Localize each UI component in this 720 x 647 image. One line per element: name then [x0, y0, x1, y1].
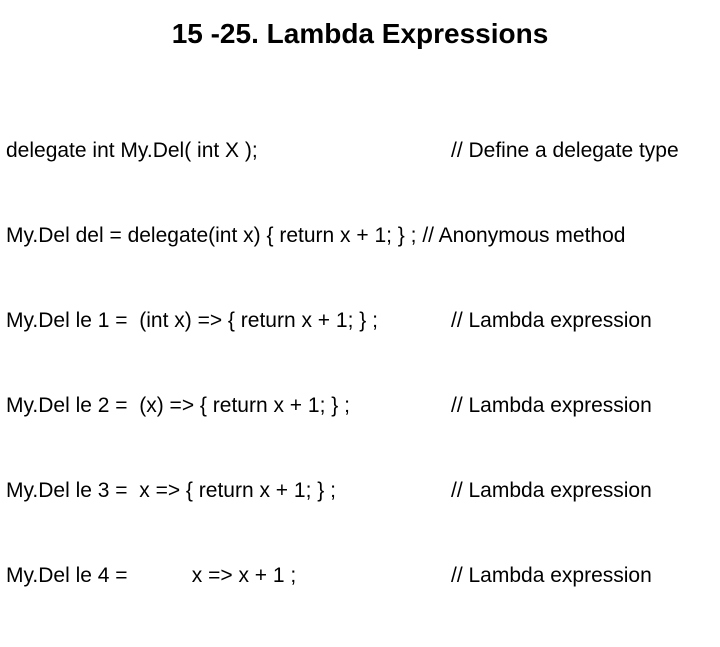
code-text: My.Del le 4 = x => x + 1 ; [6, 562, 451, 590]
code-line-4: My.Del le 2 = (x) => { return x + 1; } ;… [6, 392, 714, 420]
code-text: My.Del le 3 = x => { return x + 1; } ; [6, 477, 451, 505]
code-line-1: delegate int My.Del( int X ); // Define … [6, 137, 714, 165]
code-text: delegate int My.Del( int X ); [6, 137, 451, 165]
code-comment: // Lambda expression [451, 392, 652, 420]
code-comment: // Lambda expression [451, 562, 652, 590]
code-line-3: My.Del le 1 = (int x) => { return x + 1;… [6, 307, 714, 335]
code-line-2: My.Del del = delegate(int x) { return x … [6, 222, 714, 250]
code-comment: // Lambda expression [451, 477, 652, 505]
code-text: My.Del del = delegate(int x) { return x … [6, 222, 625, 250]
code-comment: // Lambda expression [451, 307, 652, 335]
code-text: My.Del le 2 = (x) => { return x + 1; } ; [6, 392, 451, 420]
slide-title: 15 -25. Lambda Expressions [0, 0, 720, 80]
slide: 15 -25. Lambda Expressions delegate int … [0, 0, 720, 540]
code-text: My.Del le 1 = (int x) => { return x + 1;… [6, 307, 451, 335]
code-line-5: My.Del le 3 = x => { return x + 1; } ; /… [6, 477, 714, 505]
code-line-6: My.Del le 4 = x => x + 1 ; // Lambda exp… [6, 562, 714, 590]
code-comment: // Define a delegate type [451, 137, 679, 165]
code-block: delegate int My.Del( int X ); // Define … [0, 80, 720, 647]
